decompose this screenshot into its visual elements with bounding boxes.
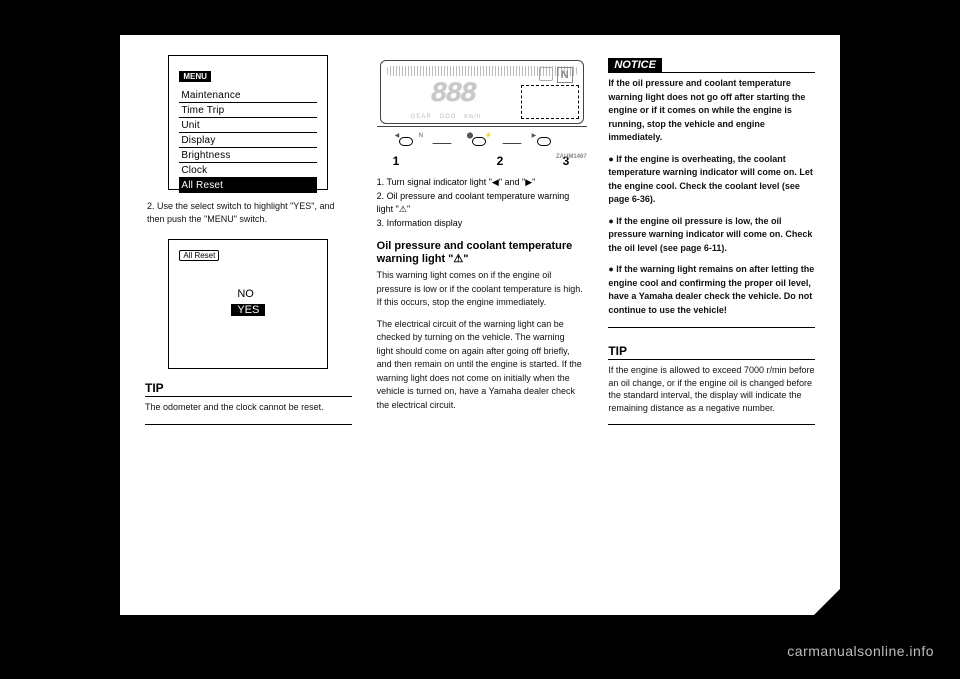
tip-body: The odometer and the clock cannot be res… <box>145 401 352 414</box>
notice-bullet: ● If the warning light remains on after … <box>608 263 815 317</box>
callout-loop-icon <box>537 137 551 146</box>
dashboard-figure: 888 GEAR ODO km/h N ◀ N ⬤ ⚡ ▶ <box>377 57 587 170</box>
body-paragraph: The electrical circuit of the warning li… <box>377 318 584 413</box>
notice-bullet: ● If the engine is overheating, the cool… <box>608 153 815 207</box>
menu-item: Unit <box>179 118 317 133</box>
legend-item-3: 3. Information display <box>377 217 584 231</box>
all-reset-figure: All Reset NO YES <box>168 239 328 369</box>
lcd-bottom-row: GEAR ODO km/h <box>411 114 482 120</box>
menu-item: Brightness <box>179 148 317 163</box>
neutral-icon: N <box>419 133 423 139</box>
menu-item: Clock <box>179 163 317 178</box>
callout-loop-icon <box>472 137 486 146</box>
tip-rule <box>145 396 352 397</box>
column-left: MENU Maintenance Time Trip Unit Display … <box>145 55 352 425</box>
notice-rule <box>608 72 815 73</box>
legend-item-1: 1. Turn signal indicator light "◀" and "… <box>377 176 584 190</box>
tip-body: If the engine is allowed to exceed 7000 … <box>608 364 815 414</box>
engine-icon: ⚡ <box>485 132 492 139</box>
menu-item: Display <box>179 133 317 148</box>
menu-screen-figure: MENU Maintenance Time Trip Unit Display … <box>168 55 328 190</box>
manual-page: MENU Maintenance Time Trip Unit Display … <box>120 35 840 615</box>
choice-yes-selected: YES <box>231 304 265 316</box>
lcd-panel: 888 GEAR ODO km/h N <box>380 60 584 124</box>
tip-end-rule <box>145 424 352 425</box>
indicator-row: ◀ N ⬤ ⚡ ▶ <box>377 126 587 152</box>
speaker-icon <box>539 67 553 81</box>
watermark: carmanualsonline.info <box>787 643 934 659</box>
menu-items-list: Maintenance Time Trip Unit Display Brigh… <box>179 88 317 193</box>
column-center: 888 GEAR ODO km/h N ◀ N ⬤ ⚡ ▶ <box>377 55 584 425</box>
figure-legend: 1. Turn signal indicator light "◀" and "… <box>377 176 584 230</box>
step-2-text: 2. Use the select switch to highlight "Y… <box>147 200 350 225</box>
all-reset-badge: All Reset <box>179 250 219 261</box>
figure-callout-numbers: 1 2 3 ZAUM1467 <box>377 152 587 170</box>
callout-loop-icon <box>399 137 413 146</box>
neutral-indicator-icon: N <box>557 67 573 83</box>
menu-badge: MENU <box>179 71 211 82</box>
tip-end-rule <box>608 424 815 425</box>
section-heading: Oil pressure and coolant temperature war… <box>377 240 584 265</box>
turn-left-icon: ◀ <box>395 132 400 139</box>
callout-2: 2 <box>497 154 504 168</box>
choice-no: NO <box>231 288 265 300</box>
page-corner-fold-icon <box>813 588 841 616</box>
notice-bullet: ● If the engine oil pressure is low, the… <box>608 215 815 256</box>
tip-label: TIP <box>608 344 627 358</box>
tip-block: TIP The odometer and the clock cannot be… <box>145 379 352 425</box>
notice-body: If the oil pressure and coolant temperat… <box>608 77 815 145</box>
notice-label: NOTICE <box>608 58 662 72</box>
menu-item: Maintenance <box>179 88 317 103</box>
legend-item-2: 2. Oil pressure and coolant temperature … <box>377 190 584 217</box>
column-right: NOTICE If the oil pressure and coolant t… <box>608 55 815 425</box>
info-display-callout-box <box>521 85 579 119</box>
tip-rule <box>608 359 815 360</box>
menu-item: Time Trip <box>179 103 317 118</box>
speedometer-digits: 888 <box>431 79 475 110</box>
no-yes-choice: NO YES <box>231 288 265 318</box>
callout-1: 1 <box>393 154 400 168</box>
tip-label: TIP <box>145 381 164 395</box>
body-paragraph: This warning light comes on if the engin… <box>377 269 584 310</box>
menu-item-selected: All Reset <box>179 178 317 193</box>
figure-ref-number: ZAUM1467 <box>556 154 587 160</box>
turn-right-icon: ▶ <box>532 132 537 139</box>
